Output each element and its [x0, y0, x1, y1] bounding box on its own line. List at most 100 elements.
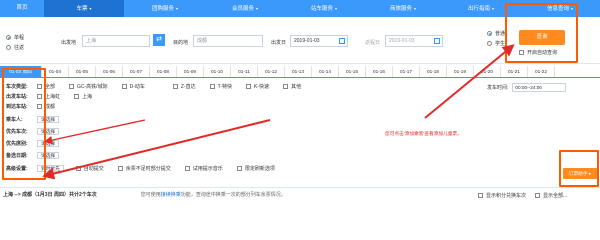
radio-label: 学生	[495, 40, 506, 47]
calendar-icon	[434, 38, 440, 44]
nav-item-tickets[interactable]: 车票 ▾	[44, 0, 124, 17]
date-tab[interactable]: 01-06	[96, 66, 123, 77]
transfer-link[interactable]: 接续换乘	[161, 192, 181, 198]
nav-label: 车票	[76, 6, 88, 12]
date-tab[interactable]: 01-21	[501, 66, 528, 77]
depart-time-select[interactable]: 00:00--24:00	[512, 83, 567, 92]
route-note-prefix: 您可使用	[140, 192, 161, 198]
route-note: 您可使用接续换乘功能，查询途中换乘一次的部分列车余票情况。	[141, 191, 286, 198]
option-label: GC-高铁/城际	[77, 84, 108, 90]
return-input[interactable]: 2019-01-03	[385, 35, 443, 47]
radio-single[interactable]: 单程	[6, 32, 36, 42]
checkbox-icon	[74, 94, 80, 99]
date-tab[interactable]: 01-05	[69, 66, 96, 77]
option-label: 试用提示音乐	[192, 166, 223, 172]
date-tab[interactable]: 01-14	[312, 66, 339, 77]
nav-label: 出行指南	[467, 6, 490, 12]
date-tab[interactable]: 01-15	[339, 66, 366, 77]
chevron-down-icon: ▾	[414, 6, 417, 11]
nav-label: 首页	[16, 5, 28, 11]
date-tab[interactable]: 01-11	[231, 66, 258, 77]
add-child-hint: 您可点击'添加乘客'查看添加儿童票。	[385, 131, 462, 136]
return-value: 2019-01-03	[389, 38, 415, 44]
from-input[interactable]: 上海	[82, 35, 150, 47]
option-label: Z-直达	[180, 84, 196, 90]
option-label: 上海虹	[45, 94, 61, 100]
option-label: 余票不足时部分提交	[125, 166, 171, 172]
to-input[interactable]: 成都	[193, 35, 263, 47]
date-strip: 01-03 周四 01-04 01-05 01-06 01-07 01-08 0…	[0, 66, 600, 78]
radio-label: 普通	[495, 30, 506, 37]
date-label: 出发日	[271, 40, 287, 46]
date-tab[interactable]: 01-19	[447, 66, 474, 77]
nav-item-business[interactable]: 商旅服务 ▾	[364, 0, 442, 17]
nav-item-member[interactable]: 会员服务 ▾	[206, 0, 284, 17]
depart-time-filter: 发车时间: 00:00--24:00	[487, 83, 567, 92]
advanced-option[interactable]: 自动提交	[75, 165, 104, 172]
chevron-down-icon: ▾	[256, 6, 259, 11]
show-all-toggle[interactable]: 显示全部...	[535, 192, 567, 199]
date-value: 2019-01-03	[294, 38, 320, 44]
chevron-down-icon: ▾	[335, 6, 338, 11]
checkbox-icon	[69, 84, 75, 89]
option-label: K-快速	[254, 84, 270, 90]
radio-student[interactable]: 学生	[487, 38, 505, 48]
option-label: 自动提交	[83, 166, 104, 172]
radio-normal[interactable]: 普通	[487, 28, 505, 38]
filter-panel: 车次类型: 全部 GC-高铁/城际 D-动车 Z-直达 T-特快 K-快速 其他…	[0, 79, 600, 179]
date-tab[interactable]: 01-16	[366, 66, 393, 77]
date-input[interactable]: 2019-01-03	[290, 35, 348, 47]
advanced-option[interactable]: 试用提示音乐	[184, 165, 223, 172]
depart-time-label: 发车时间:	[487, 85, 509, 91]
nav-item-station[interactable]: 站车服务 ▾	[284, 0, 364, 17]
train-type-option[interactable]: T-特快	[209, 83, 232, 90]
checkbox-icon	[184, 166, 190, 171]
chevron-down-icon: ▾	[89, 6, 92, 11]
route-note-suffix: 功能，查询途中换乘一次的部分列车余票情况。	[180, 192, 286, 198]
date-tab[interactable]: 01-08	[150, 66, 177, 77]
radio-label: 单程	[14, 34, 25, 41]
swap-icon[interactable]: ⇄	[153, 34, 165, 46]
calendar-icon	[339, 38, 345, 44]
from-station-option[interactable]: 上海	[74, 93, 92, 100]
highlight-order-box	[559, 150, 599, 187]
date-tab[interactable]: 01-18	[420, 66, 447, 77]
date-tab[interactable]: 01-17	[393, 66, 420, 77]
points-train-toggle[interactable]: 显示积分兑换车次	[478, 192, 526, 199]
advanced-option[interactable]: 限定刷新选项	[236, 165, 275, 172]
date-tab[interactable]: 01-04	[42, 66, 69, 77]
train-type-option[interactable]: K-快速	[246, 83, 269, 90]
radio-icon	[487, 30, 492, 36]
date-tab[interactable]: 01-12	[258, 66, 285, 77]
date-tab[interactable]: 01-09	[177, 66, 204, 77]
train-type-option[interactable]: Z-直达	[172, 83, 196, 90]
train-type-row: 车次类型: 全部 GC-高铁/城际 D-动车 Z-直达 T-特快 K-快速 其他	[6, 83, 315, 90]
route-title: 上海 --> 成都（1月3日 周四）共计2个车次	[3, 192, 97, 198]
highlight-query-box	[505, 3, 578, 63]
nav-item-group[interactable]: 团购服务 ▾	[124, 0, 206, 17]
date-tab[interactable]: 01-10	[204, 66, 231, 77]
train-type-option[interactable]: GC-高铁/城际	[69, 83, 108, 90]
option-label: 上海	[82, 94, 93, 100]
date-tab[interactable]: 01-22	[528, 66, 555, 77]
highlight-filter-box	[2, 68, 46, 180]
train-type-option[interactable]: D-动车	[121, 83, 145, 90]
radio-round-trip[interactable]: 往返	[6, 42, 36, 52]
checkbox-icon	[172, 84, 178, 89]
checkbox-icon	[117, 166, 123, 171]
to-label: 目的地	[173, 40, 189, 46]
advanced-option[interactable]: 余票不足时部分提交	[117, 165, 171, 172]
radio-label: 往返	[14, 44, 25, 51]
radio-icon	[6, 34, 11, 40]
date-tab[interactable]: 01-07	[123, 66, 150, 77]
radio-icon	[6, 44, 11, 50]
nav-item-home[interactable]: 首页	[0, 0, 44, 17]
chevron-down-icon: ▾	[176, 6, 179, 11]
checkbox-icon	[246, 84, 252, 89]
date-tab[interactable]: 01-20	[474, 66, 501, 77]
return-label: 返程日	[365, 40, 381, 46]
trip-type-group: 单程 往返	[6, 32, 36, 52]
train-type-option[interactable]: 其他	[283, 83, 301, 90]
nav-label: 会员服务	[231, 6, 254, 12]
date-tab[interactable]: 01-13	[285, 66, 312, 77]
